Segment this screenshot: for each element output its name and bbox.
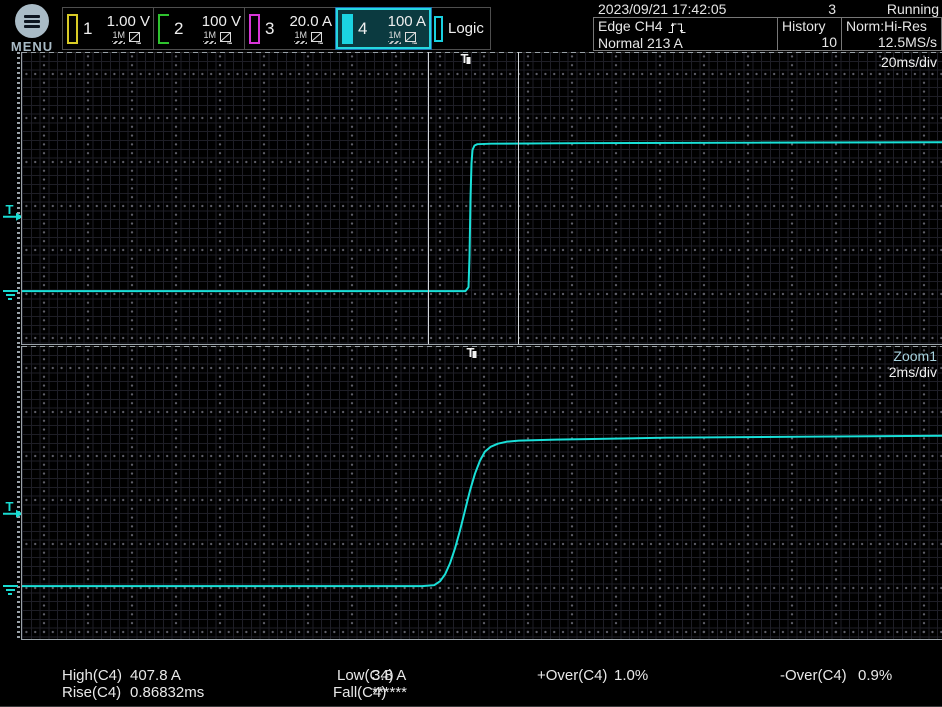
channel-4-scale: 100 A	[388, 14, 426, 29]
ch4-waveform-main	[22, 52, 942, 344]
record-mode: Norm:Hi-Res	[846, 18, 937, 34]
acquisition-count: 3	[828, 1, 836, 17]
channel-3-box[interactable]: 3 20.0 A 1M	[245, 8, 336, 49]
main-ground-marker	[2, 290, 18, 302]
probe-attenuation-icon	[311, 32, 324, 44]
probe-attenuation-icon	[220, 32, 233, 44]
logic-indicator-icon	[434, 16, 443, 42]
meas-rise-value: 0.86832ms	[130, 684, 204, 701]
trigger-slope-icons	[668, 19, 686, 35]
impedance-1M-icon: 1M	[203, 31, 216, 44]
channel-3-scale: 20.0 A	[289, 14, 332, 29]
impedance-1M-icon: 1M	[388, 31, 401, 44]
impedance-1M-icon: 1M	[112, 31, 125, 44]
channel-4-box-selected[interactable]: 4 100 A 1M	[336, 8, 431, 49]
meas-high-value: 407.8 A	[130, 667, 181, 684]
probe-attenuation-icon	[405, 32, 418, 44]
meas-nover-value: 0.9%	[858, 667, 892, 684]
trigger-mode: Edge CH4	[598, 18, 663, 34]
meas-nover-label: -Over(C4)	[780, 667, 847, 684]
status-boxes: Edge CH4 Normal 213 A History 10 Norm:Hi…	[593, 17, 942, 51]
menu-button[interactable]: MENU	[8, 4, 56, 50]
channel-bar: 1 1.00 V 1M 2 100 V 1M	[62, 7, 491, 50]
impedance-1M-icon: 1M	[294, 31, 307, 44]
logic-channel-box[interactable]: Logic	[431, 8, 490, 49]
meas-fall-value: ******	[372, 684, 407, 701]
status-area: 2023/09/21 17:42:05 3 Running Edge CH4 N…	[593, 0, 942, 51]
zoom-waveform-area[interactable]: T Zoom1 2ms/div	[21, 346, 942, 640]
channel-2-number: 2	[174, 19, 183, 39]
main-waveform-area[interactable]: T 20ms/div	[21, 52, 942, 345]
main-trigger-level-marker[interactable]: T	[3, 203, 16, 218]
main-trigger-position-marker[interactable]: T	[459, 52, 470, 65]
oscilloscope-screen: MENU 1 1.00 V 1M 2	[0, 0, 942, 707]
channel-1-box[interactable]: 1 1.00 V 1M	[63, 8, 154, 49]
datetime: 2023/09/21 17:42:05	[598, 1, 726, 17]
zoom-window-left-line[interactable]	[428, 52, 429, 344]
top-bar: MENU 1 1.00 V 1M 2	[0, 0, 942, 52]
falling-edge-icon	[677, 22, 686, 34]
sample-rate: 12.5MS/s	[846, 34, 937, 50]
history-label: History	[782, 18, 837, 34]
zoom-plot-row: T T Zoom1 2ms/div	[0, 346, 942, 640]
zoom1-title: Zoom1	[889, 348, 937, 364]
channel-2-scale: 100 V	[202, 14, 241, 29]
zoom-trigger-level-marker[interactable]: T	[3, 500, 16, 515]
main-timebase-label: 20ms/div	[881, 54, 937, 70]
channel-4-number: 4	[358, 19, 367, 39]
channel-2-box[interactable]: 2 100 V 1M	[154, 8, 245, 49]
run-state: Running	[887, 1, 939, 17]
meas-rise-label: Rise(C4)	[62, 684, 121, 701]
logic-label: Logic	[448, 20, 484, 37]
rising-edge-icon	[668, 22, 677, 34]
trigger-setting: Normal 213 A	[598, 35, 773, 51]
history-value: 10	[782, 34, 837, 50]
zoom-window-right-line[interactable]	[518, 52, 519, 344]
probe-attenuation-icon	[129, 32, 142, 44]
channel-3-indicator-icon	[249, 14, 260, 44]
channel-4-indicator-icon	[342, 14, 353, 44]
meas-low-value: 3.8 A	[372, 667, 406, 684]
meas-pover-value: 1.0%	[614, 667, 648, 684]
history-box[interactable]: History 10	[777, 18, 841, 50]
channel-1-indicator-icon	[67, 14, 78, 44]
measurement-bar: High(C4) 407.8 A Rise(C4) 0.86832ms Low(…	[0, 641, 942, 707]
channel-1-number: 1	[83, 19, 92, 39]
ch4-waveform-zoom1	[22, 346, 942, 639]
record-mode-box[interactable]: Norm:Hi-Res 12.5MS/s	[841, 18, 941, 50]
channel-3-number: 3	[265, 19, 274, 39]
zoom-timebase-label: 2ms/div	[889, 364, 937, 380]
channel-2-indicator-icon	[158, 14, 169, 44]
zoom-ground-marker	[2, 585, 18, 597]
channel-1-scale: 1.00 V	[107, 14, 150, 29]
zoom-trigger-position-marker[interactable]: T	[465, 346, 476, 359]
main-plot-row: T T 20ms/div	[0, 52, 942, 345]
meas-high-label: High(C4)	[62, 667, 122, 684]
trigger-info-box[interactable]: Edge CH4 Normal 213 A	[594, 18, 777, 50]
meas-pover-label: +Over(C4)	[537, 667, 607, 684]
hamburger-menu-icon	[15, 4, 49, 38]
